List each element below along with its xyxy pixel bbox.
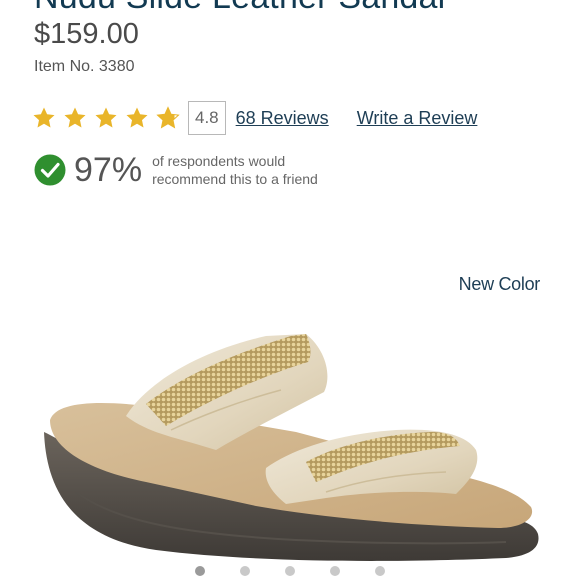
write-review-link[interactable]: Write a Review bbox=[357, 108, 478, 129]
product-page: Nudu Slide Leather Sandal $159.00 Item N… bbox=[0, 0, 580, 580]
new-color-badge: New Color bbox=[458, 274, 541, 294]
reviews-link[interactable]: 68 Reviews bbox=[236, 108, 329, 129]
product-image[interactable] bbox=[36, 322, 544, 568]
product-title: Nudu Slide Leather Sandal bbox=[34, 0, 445, 17]
rating-row: 4.8 68 Reviews Write a Review bbox=[32, 100, 477, 136]
carousel-dot[interactable] bbox=[195, 566, 205, 576]
item-number: Item No. 3380 bbox=[34, 58, 135, 75]
recommend-percent: 97% bbox=[74, 151, 143, 189]
recommendation: 97% of respondents would recommend this … bbox=[34, 150, 352, 190]
star-icon bbox=[156, 106, 180, 129]
star-icon bbox=[64, 107, 86, 128]
check-circle-icon bbox=[34, 154, 66, 186]
recommend-text: of respondents would recommend this to a… bbox=[152, 153, 318, 187]
carousel-dot[interactable] bbox=[330, 566, 340, 576]
star-icon bbox=[126, 107, 148, 128]
star-rating bbox=[32, 106, 180, 130]
carousel-dots bbox=[0, 566, 580, 576]
carousel-dot[interactable] bbox=[375, 566, 385, 576]
carousel-dot[interactable] bbox=[240, 566, 250, 576]
star-icon bbox=[95, 107, 117, 128]
rating-value: 4.8 bbox=[188, 101, 226, 135]
star-icon bbox=[33, 107, 55, 128]
carousel-dot[interactable] bbox=[285, 566, 295, 576]
product-price: $159.00 bbox=[34, 18, 139, 50]
